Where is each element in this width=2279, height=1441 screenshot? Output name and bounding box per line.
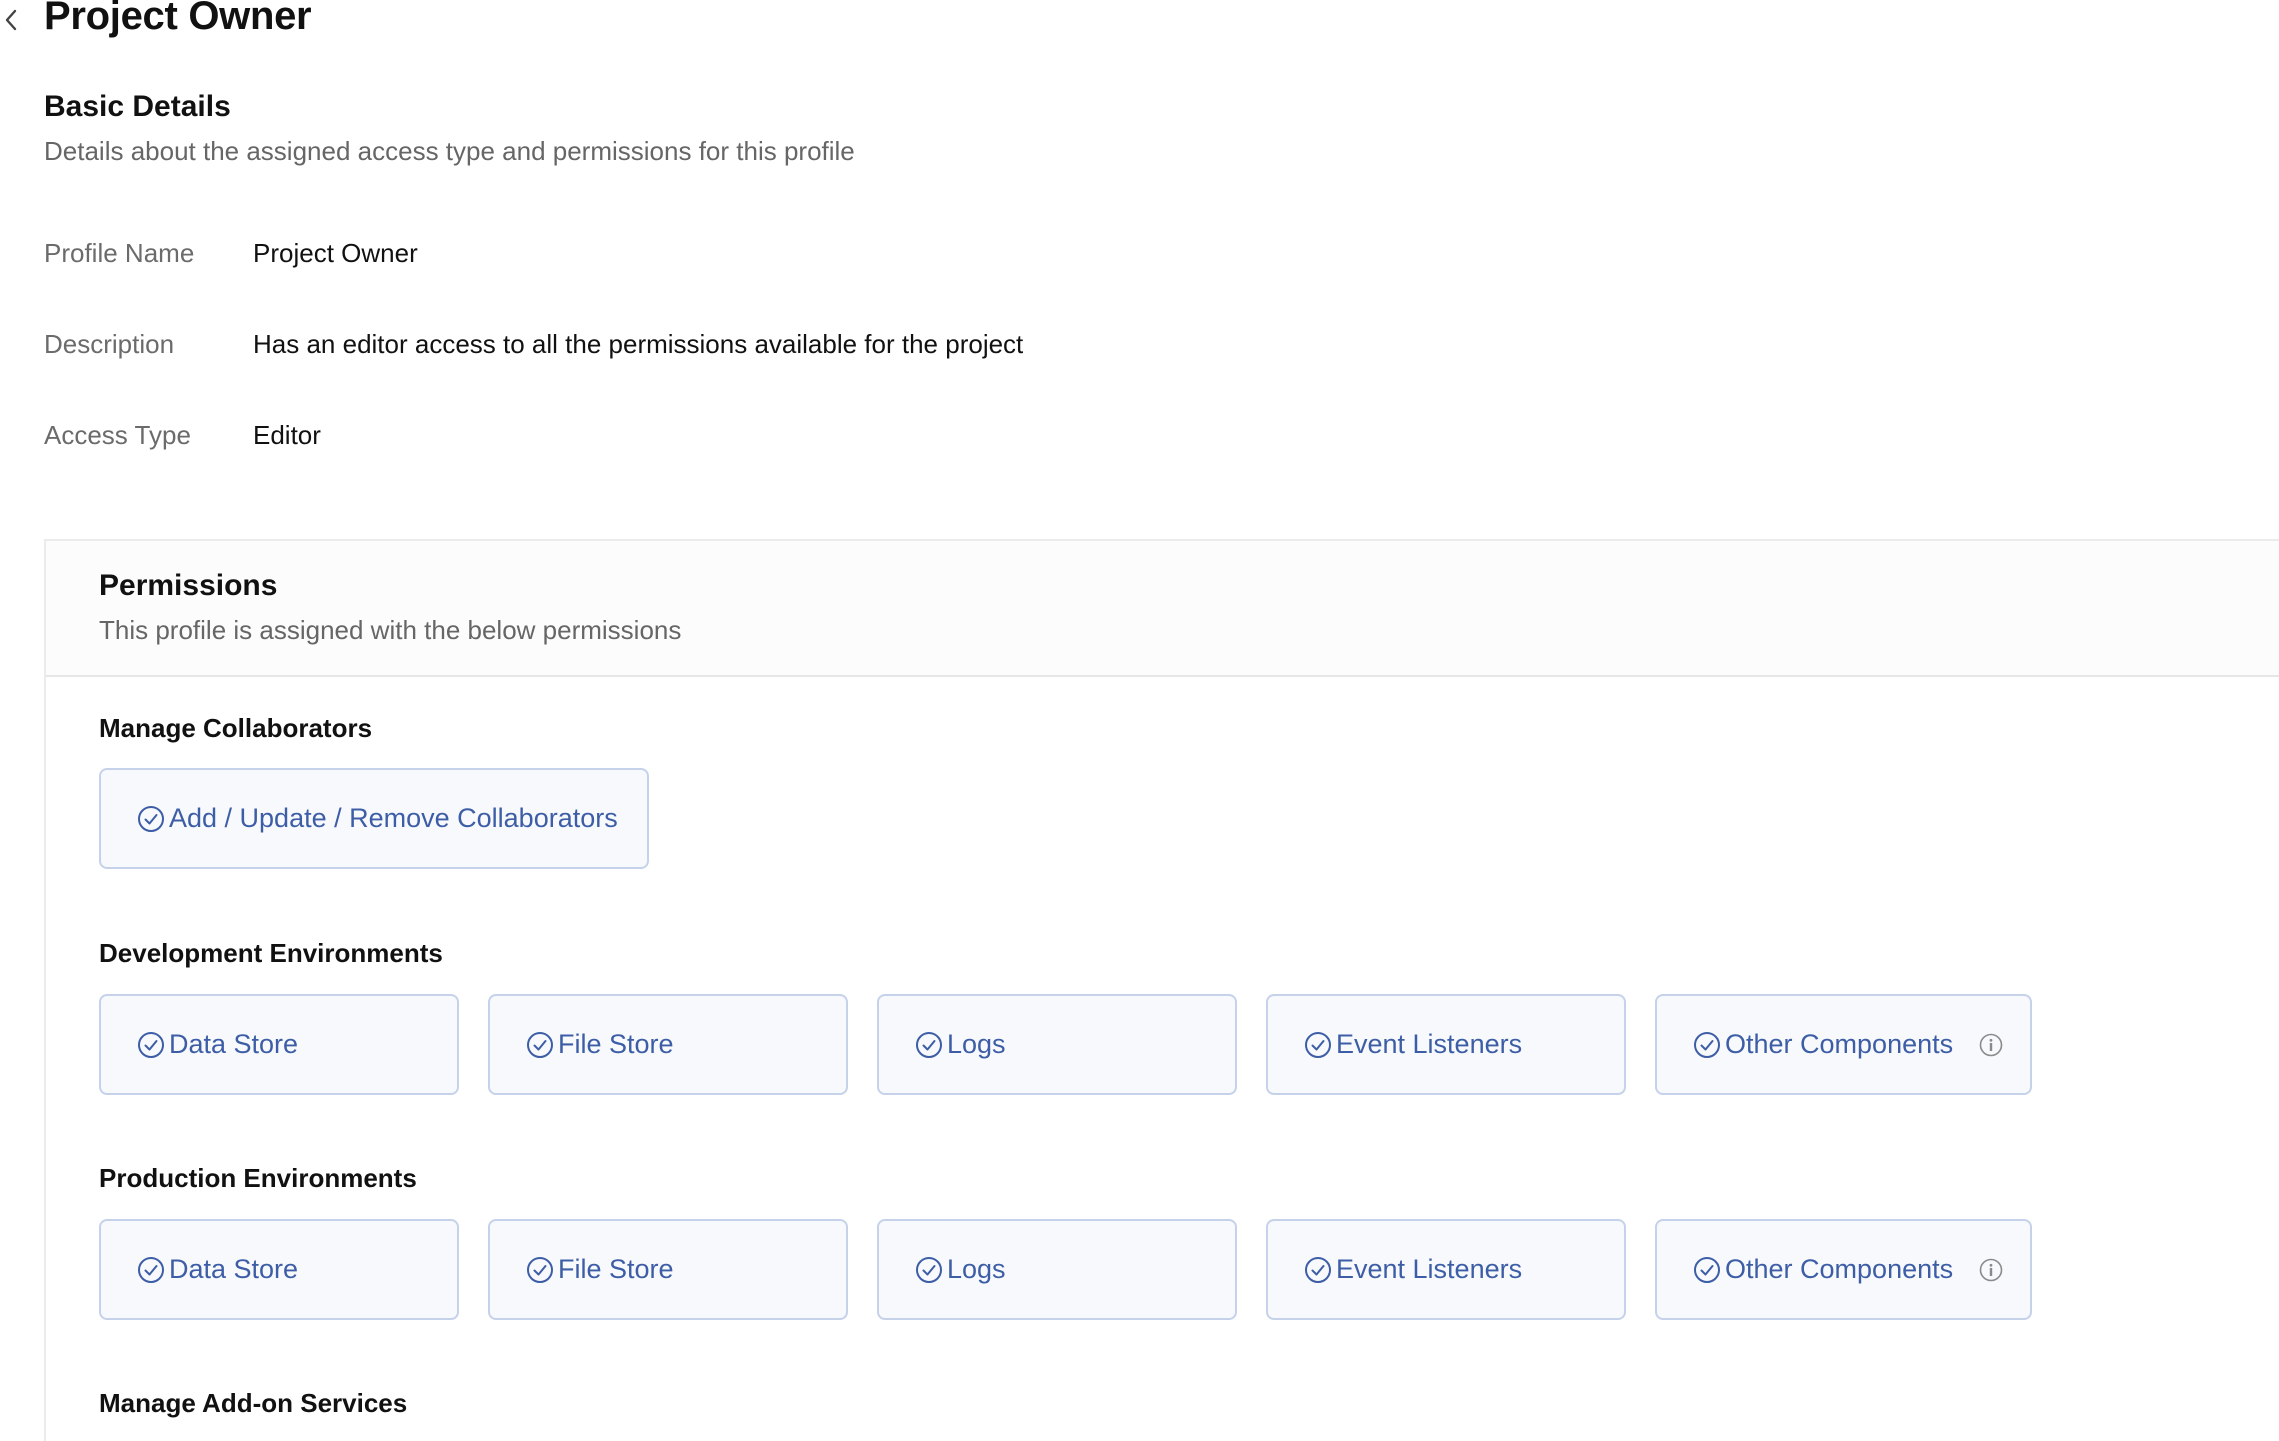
chevron-left-icon (4, 8, 18, 37)
detail-value: Project Owner (253, 238, 418, 268)
info-icon[interactable] (1979, 1258, 2003, 1282)
check-circle-icon (526, 1031, 554, 1059)
permission-card[interactable]: File Store (488, 994, 848, 1095)
permission-label: Logs (947, 1029, 1006, 1059)
permission-card[interactable]: Data Store (99, 994, 459, 1095)
permission-card[interactable]: Add / Update / Remove Collaborators (99, 768, 649, 869)
detail-row-description: Description Has an editor access to all … (44, 329, 1023, 360)
info-icon[interactable] (1979, 1033, 2003, 1057)
check-circle-icon (137, 1031, 165, 1059)
permission-label: Other Components (1725, 1254, 1954, 1284)
check-circle-icon (137, 805, 165, 833)
permissions-title: Permissions (99, 569, 278, 602)
check-circle-icon (1304, 1031, 1332, 1059)
basic-details-subtitle: Details about the assigned access type a… (44, 136, 855, 166)
back-button[interactable] (0, 2, 22, 42)
basic-details-title: Basic Details (44, 90, 231, 123)
group-title-production-environments: Production Environments (99, 1163, 417, 1193)
permission-label: File Store (558, 1029, 674, 1059)
check-circle-icon (1693, 1256, 1721, 1284)
check-circle-icon (915, 1031, 943, 1059)
group-title-manage-add-on-services: Manage Add-on Services (99, 1388, 408, 1418)
permission-label: Other Components (1725, 1029, 1954, 1059)
permission-card[interactable]: Other Components (1655, 994, 2032, 1095)
detail-value: Editor (253, 420, 321, 450)
group-cards-development-environments: Data Store File Store Logs Event Listene… (99, 994, 2032, 1095)
check-circle-icon (915, 1256, 943, 1284)
detail-label: Access Type (44, 420, 191, 450)
detail-label: Description (44, 329, 175, 359)
permission-label: Data Store (169, 1029, 299, 1059)
detail-value: Has an editor access to all the permissi… (253, 329, 1024, 359)
group-cards-production-environments: Data Store File Store Logs Event Listene… (99, 1219, 2032, 1320)
permissions-header: Permissions This profile is assigned wit… (46, 541, 2279, 677)
permissions-subtitle: This profile is assigned with the below … (99, 615, 682, 645)
permission-card[interactable]: Other Components (1655, 1219, 2032, 1320)
permission-label: Logs (947, 1254, 1006, 1284)
permissions-panel: Permissions This profile is assigned wit… (44, 539, 2279, 1441)
check-circle-icon (526, 1256, 554, 1284)
group-title-development-environments: Development Environments (99, 938, 443, 968)
permission-card[interactable]: Data Store (99, 1219, 459, 1320)
permission-card[interactable]: Event Listeners (1266, 994, 1626, 1095)
permission-label: File Store (558, 1254, 674, 1284)
permission-label: Data Store (169, 1254, 299, 1284)
detail-row-profile-name: Profile Name Project Owner (44, 238, 418, 269)
group-title-manage-collaborators: Manage Collaborators (99, 713, 373, 743)
permission-label: Event Listeners (1336, 1254, 1523, 1284)
check-circle-icon (137, 1256, 165, 1284)
page-title: Project Owner (44, 0, 312, 38)
permission-label: Event Listeners (1336, 1029, 1523, 1059)
detail-row-access-type: Access Type Editor (44, 420, 321, 451)
permission-label: Add / Update / Remove Collaborators (169, 803, 618, 833)
detail-label: Profile Name (44, 238, 195, 268)
permission-card[interactable]: Event Listeners (1266, 1219, 1626, 1320)
permission-card[interactable]: Logs (877, 994, 1237, 1095)
permission-card[interactable]: File Store (488, 1219, 848, 1320)
permission-card[interactable]: Logs (877, 1219, 1237, 1320)
check-circle-icon (1693, 1031, 1721, 1059)
group-cards-manage-collaborators: Add / Update / Remove Collaborators (99, 768, 649, 869)
check-circle-icon (1304, 1256, 1332, 1284)
